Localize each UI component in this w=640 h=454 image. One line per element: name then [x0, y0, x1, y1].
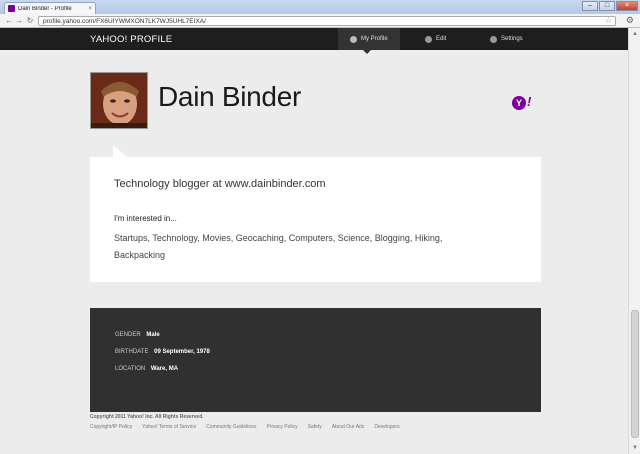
minimize-icon[interactable]: –	[582, 1, 598, 11]
about-text: Technology blogger at www.dainbinder.com	[114, 178, 326, 190]
detail-gender: GENDER Male	[115, 332, 160, 338]
wrench-menu-icon[interactable]: ⚙	[626, 15, 634, 26]
footer-link-developers[interactable]: Developers	[374, 424, 399, 430]
nav-item-edit[interactable]: Edit	[413, 28, 458, 50]
footer-links: Copyright/IP Policy Yahoo! Terms of Serv…	[90, 424, 400, 430]
scroll-down-icon[interactable]: ▼	[631, 444, 639, 452]
address-bar[interactable]: profile.yahoo.com/FX6UIYWMXON7LK7WJ5UHL7…	[38, 16, 616, 26]
back-arrow-icon[interactable]: ←	[4, 16, 14, 26]
detail-value: Male	[146, 332, 160, 338]
detail-birthdate: BIRTHDATE 09 September, 1978	[115, 349, 210, 355]
browser-tab[interactable]: Dain Binder - Profile ×	[4, 2, 96, 14]
detail-value: 09 September, 1978	[154, 349, 210, 355]
browser-toolbar: ← → ↻ profile.yahoo.com/FX6UIYWMXON7LK7W…	[0, 14, 640, 28]
yahoo-favicon-icon	[8, 5, 15, 12]
footer-link-safety[interactable]: Safety	[308, 424, 322, 430]
window-controls: – □ ×	[582, 1, 638, 11]
detail-label: BIRTHDATE	[115, 349, 149, 355]
close-window-icon[interactable]: ×	[616, 1, 638, 11]
detail-value: Ware, MA	[150, 366, 179, 372]
tab-title: Dain Binder - Profile	[18, 5, 72, 12]
footer-link-copyright[interactable]: Copyright/IP Policy	[90, 424, 132, 430]
nav-item-label: My Profile	[361, 36, 388, 42]
scroll-up-icon[interactable]: ▲	[631, 30, 639, 38]
footer-link-privacy[interactable]: Privacy Policy	[266, 424, 297, 430]
brand-title[interactable]: YAHOO! PROFILE	[90, 34, 172, 45]
avatar	[90, 72, 148, 129]
edit-person-icon	[425, 35, 432, 43]
interests-heading: I'm interested in...	[114, 214, 177, 223]
browser-titlebar: Dain Binder - Profile × – □ ×	[0, 0, 640, 14]
maximize-icon[interactable]: □	[599, 1, 615, 11]
tab-close-icon[interactable]: ×	[88, 6, 92, 12]
profile-name: Dain Binder	[158, 81, 302, 112]
person-icon	[350, 35, 357, 43]
nav-item-label: Settings	[501, 36, 523, 42]
reload-icon[interactable]: ↻	[25, 16, 35, 26]
url-text: profile.yahoo.com/FX6UIYWMXON7LK7WJ5UHL7…	[43, 17, 206, 25]
about-card: Technology blogger at www.dainbinder.com…	[90, 157, 541, 282]
detail-label: LOCATION	[115, 366, 146, 372]
footer-link-terms[interactable]: Yahoo! Terms of Service	[142, 424, 196, 430]
detail-label: GENDER	[115, 332, 141, 338]
forward-arrow-icon[interactable]: →	[14, 16, 24, 26]
profile-photo	[91, 73, 147, 128]
page-content: YAHOO! PROFILE My Profile Edit Settings …	[0, 28, 628, 454]
footer-link-guidelines[interactable]: Community Guidelines	[206, 424, 256, 430]
nav-item-my-profile[interactable]: My Profile	[338, 28, 400, 50]
yahoo-logo-icon[interactable]: Y!	[512, 94, 531, 110]
detail-location: LOCATION Ware, MA	[115, 366, 178, 372]
details-panel: GENDER Male BIRTHDATE 09 September, 1978…	[90, 308, 541, 412]
top-navigation: YAHOO! PROFILE My Profile Edit Settings	[0, 28, 628, 50]
footer-link-ads[interactable]: About Our Ads	[332, 424, 365, 430]
bookmark-star-icon[interactable]: ☆	[605, 16, 612, 25]
copyright-text: Copyright 2011 Yahoo! Inc. All Rights Re…	[90, 414, 204, 420]
active-nav-indicator	[363, 50, 371, 54]
gear-icon	[490, 35, 497, 43]
scroll-thumb[interactable]	[631, 310, 639, 438]
nav-item-label: Edit	[436, 36, 447, 42]
page-scrollbar[interactable]: ▲ ▼	[628, 28, 640, 454]
nav-item-settings[interactable]: Settings	[478, 28, 535, 50]
interests-list: Startups, Technology, Movies, Geocaching…	[114, 233, 443, 260]
bubble-tip	[113, 145, 127, 157]
